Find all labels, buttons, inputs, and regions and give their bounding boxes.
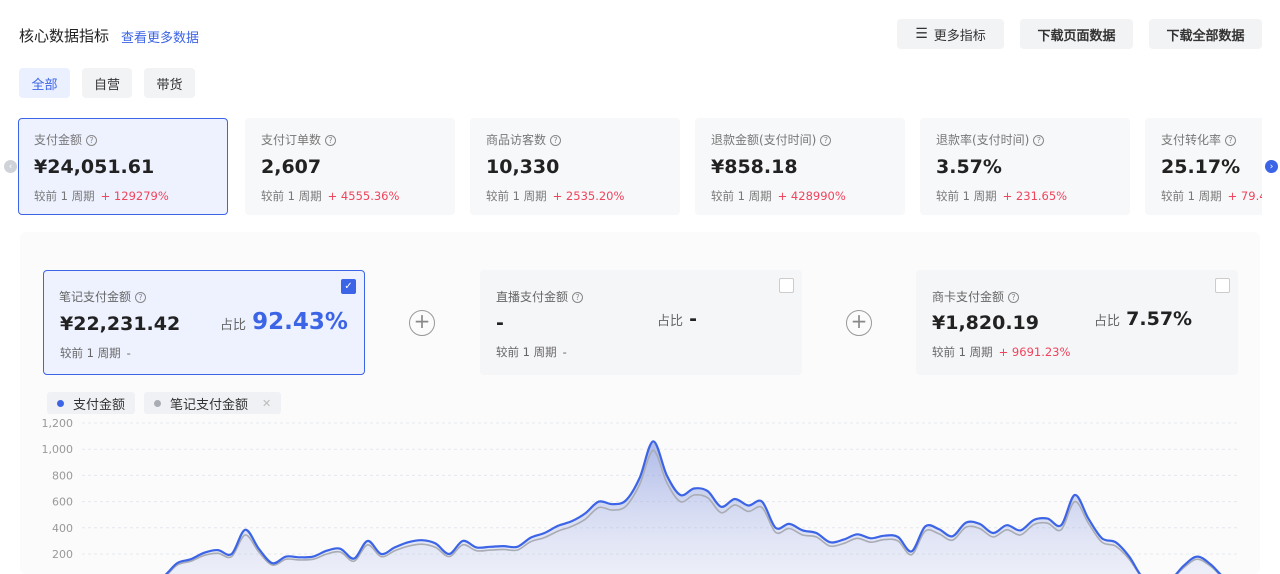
metric-compare: 较前 1 周期 + 428990% bbox=[711, 189, 846, 203]
metric-value: ¥24,051.61 bbox=[34, 156, 155, 178]
help-icon[interactable]: ? bbox=[572, 292, 584, 303]
metric-compare: 较前 1 周期 + 129279% bbox=[34, 189, 169, 203]
detail-compare: 较前 1 周期 - bbox=[60, 346, 131, 360]
tab-all[interactable]: 全部 bbox=[19, 68, 70, 98]
metric-value: 25.17% bbox=[1161, 156, 1241, 178]
detail-card-note-payment[interactable]: 笔记支付金额? ¥22,231.42 占比 92.43% 较前 1 周期 - ✓ bbox=[43, 270, 365, 375]
detail-checkbox[interactable] bbox=[1215, 278, 1230, 293]
detail-value: ¥22,231.42 bbox=[60, 313, 181, 335]
metric-card-visitors[interactable]: 商品访客数? 10,330 较前 1 周期 + 2535.20% bbox=[470, 118, 680, 215]
tab-self-operated[interactable]: 自营 bbox=[82, 68, 132, 98]
detail-label: 直播支付金额? bbox=[496, 288, 786, 305]
metric-compare: 较前 1 周期 + 2535.20% bbox=[486, 189, 625, 203]
core-metrics-panel: 核心数据指标 查看更多数据 ☰ 更多指标 下载页面数据 下载全部数据 全部 自营… bbox=[0, 0, 1280, 574]
carousel-next-icon[interactable]: › bbox=[1265, 160, 1278, 173]
metric-label: 支付转化率? bbox=[1161, 131, 1262, 148]
detail-checkbox[interactable] bbox=[779, 278, 794, 293]
detail-compare: 较前 1 周期 - bbox=[496, 345, 567, 359]
section-title: 核心数据指标 bbox=[19, 27, 110, 45]
metric-value: ¥858.18 bbox=[711, 156, 798, 178]
metric-card-refund-rate[interactable]: 退款率(支付时间)? 3.57% 较前 1 周期 + 231.65% bbox=[920, 118, 1130, 215]
more-metrics-label: 更多指标 bbox=[933, 28, 986, 44]
legend-dot-icon bbox=[154, 399, 161, 407]
help-icon[interactable]: ? bbox=[1033, 135, 1045, 146]
help-icon[interactable]: ? bbox=[550, 135, 562, 146]
metric-value: 3.57% bbox=[936, 156, 1002, 178]
detail-checkbox[interactable]: ✓ bbox=[341, 279, 356, 294]
detail-card-product-card-payment[interactable]: 商卡支付金额? ¥1,820.19 占比 7.57% 较前 1 周期 + 9691… bbox=[916, 270, 1238, 375]
help-icon[interactable]: ? bbox=[820, 135, 832, 146]
detail-share: 占比 7.57% bbox=[1094, 308, 1193, 330]
plus-icon: + bbox=[846, 310, 872, 336]
help-icon[interactable]: ? bbox=[86, 135, 98, 146]
metric-card-payment-amount[interactable]: 支付金额? ¥24,051.61 较前 1 周期 + 129279% bbox=[18, 118, 228, 215]
chart-series bbox=[164, 440, 1222, 574]
detail-card-live-payment[interactable]: 直播支付金额? - 占比 - 较前 1 周期 - bbox=[480, 270, 802, 375]
more-metrics-button[interactable]: ☰ 更多指标 bbox=[897, 19, 1004, 49]
legend-dot-icon bbox=[57, 399, 64, 407]
download-page-data-button[interactable]: 下载页面数据 bbox=[1020, 19, 1133, 49]
detail-value: ¥1,820.19 bbox=[932, 312, 1039, 334]
help-icon[interactable]: ? bbox=[325, 135, 337, 146]
detail-share: 占比 - bbox=[657, 308, 698, 330]
metric-change: + 129279% bbox=[100, 189, 169, 203]
metric-label: 支付金额? bbox=[34, 131, 212, 148]
close-icon[interactable]: ✕ bbox=[262, 397, 271, 410]
metric-label: 商品访客数? bbox=[486, 131, 664, 148]
metric-change: + 4555.36% bbox=[327, 189, 400, 203]
metric-label: 退款金额(支付时间)? bbox=[711, 131, 889, 148]
metric-card-order-count[interactable]: 支付订单数? 2,607 较前 1 周期 + 4555.36% bbox=[245, 118, 455, 215]
payment-trend-chart: 1,200 1,000 800 600 400 200 bbox=[42, 417, 1238, 574]
metric-change: + 2535.20% bbox=[552, 189, 625, 203]
tab-affiliate[interactable]: 带货 bbox=[144, 68, 195, 98]
metric-compare: 较前 1 周期+ 79.4 bbox=[1161, 188, 1262, 204]
y-tick-label: 600 bbox=[52, 496, 73, 509]
y-tick-label: 400 bbox=[52, 522, 73, 535]
detail-label: 商卡支付金额? bbox=[932, 288, 1222, 305]
help-icon[interactable]: ? bbox=[135, 292, 147, 303]
metric-value: 2,607 bbox=[261, 156, 322, 178]
metric-cards-carousel: 支付金额? ¥24,051.61 较前 1 周期 + 129279% 支付订单数?… bbox=[18, 118, 1262, 215]
help-icon[interactable]: ? bbox=[1008, 292, 1020, 303]
y-tick-label: 800 bbox=[52, 469, 73, 482]
y-tick-label: 200 bbox=[52, 548, 73, 561]
metric-change: + 428990% bbox=[777, 189, 846, 203]
metric-label: 支付订单数? bbox=[261, 131, 439, 148]
more-data-link[interactable]: 查看更多数据 bbox=[121, 27, 199, 46]
metric-change: + 231.65% bbox=[1002, 189, 1068, 203]
detail-label: 笔记支付金额? bbox=[59, 288, 349, 305]
plus-icon: + bbox=[409, 310, 435, 336]
metric-compare: 较前 1 周期 + 4555.36% bbox=[261, 189, 400, 203]
download-all-data-button[interactable]: 下载全部数据 bbox=[1149, 19, 1262, 49]
metric-compare: 较前 1 周期 + 231.65% bbox=[936, 189, 1068, 203]
y-tick-label: 1,000 bbox=[42, 443, 74, 456]
chart-y-ticks: 1,200 1,000 800 600 400 200 bbox=[42, 417, 74, 561]
detail-value: - bbox=[496, 312, 504, 334]
sliders-icon: ☰ bbox=[915, 26, 928, 42]
metric-label: 退款率(支付时间)? bbox=[936, 131, 1114, 148]
detail-share: 占比 92.43% bbox=[220, 309, 348, 335]
carousel-prev-icon[interactable]: ‹ bbox=[4, 160, 17, 173]
metric-card-conversion-rate[interactable]: 支付转化率? 25.17% 较前 1 周期+ 79.4 bbox=[1145, 118, 1262, 215]
y-tick-label: 1,200 bbox=[42, 417, 74, 430]
metric-change: + 79.4 bbox=[1227, 189, 1262, 203]
metric-card-refund-amount[interactable]: 退款金额(支付时间)? ¥858.18 较前 1 周期 + 428990% bbox=[695, 118, 905, 215]
detail-compare: 较前 1 周期 + 9691.23% bbox=[932, 345, 1071, 359]
metric-value: 10,330 bbox=[486, 156, 560, 178]
help-icon[interactable]: ? bbox=[1225, 135, 1237, 146]
